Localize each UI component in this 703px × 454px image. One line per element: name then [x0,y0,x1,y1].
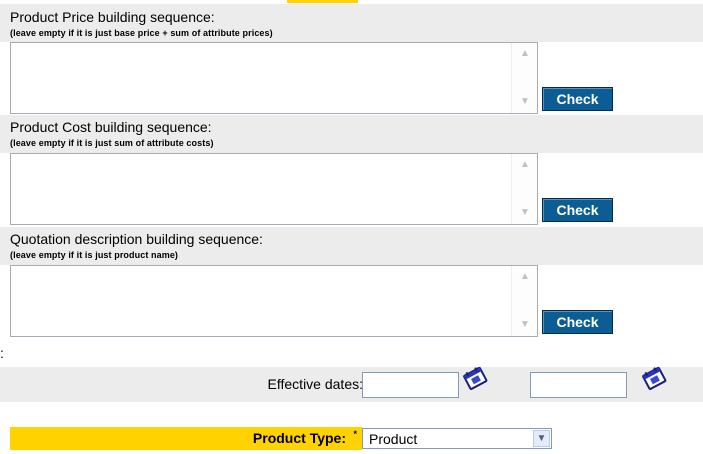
section-hint: (leave empty if it is just product name) [10,250,179,260]
scroll-down-icon[interactable]: ▼ [516,93,534,111]
scroll-down-icon[interactable]: ▼ [516,316,534,334]
product-type-label: Product Type: [252,430,346,446]
check-cost-button[interactable]: Check [542,198,613,222]
header-accent-bar [287,0,358,3]
cost-sequence-section: Product Cost building sequence: (leave e… [0,115,703,153]
scroll-up-icon[interactable]: ▲ [516,45,534,63]
quotation-sequence-textarea[interactable] [10,265,538,337]
section-hint: (leave empty if it is just base price + … [10,28,273,38]
product-type-row: Product Type: * [10,427,362,450]
calendar-icon[interactable] [462,366,488,390]
textarea-scrollbar[interactable]: ▲ ▼ [511,154,537,224]
check-quotation-button[interactable]: Check [542,310,613,334]
price-sequence-section: Product Price building sequence: (leave … [0,4,703,42]
check-price-button[interactable]: Check [542,87,613,111]
section-title: Product Cost building sequence: [10,119,212,135]
scroll-up-icon[interactable]: ▲ [516,156,534,174]
effective-dates-label: Effective dates: [267,376,363,392]
effective-end-date-input[interactable] [530,372,627,398]
scroll-down-icon[interactable]: ▼ [516,204,534,222]
quotation-sequence-section: Quotation description building sequence:… [0,227,703,265]
cropped-text-fragment: : [0,345,4,361]
calendar-icon[interactable] [641,366,667,390]
required-marker: * [353,429,357,439]
cost-sequence-textarea[interactable] [10,153,538,225]
effective-start-date-input[interactable] [362,372,459,398]
price-sequence-textarea[interactable] [10,42,538,114]
textarea-scrollbar[interactable]: ▲ ▼ [511,266,537,336]
textarea-scrollbar[interactable]: ▲ ▼ [511,43,537,113]
section-title: Quotation description building sequence: [10,231,263,247]
product-type-select[interactable]: Product ▼ [362,428,552,449]
section-title: Product Price building sequence: [10,9,215,25]
product-type-selected-value: Product [369,431,418,447]
scroll-up-icon[interactable]: ▲ [516,268,534,286]
section-hint: (leave empty if it is just sum of attrib… [10,138,214,148]
chevron-down-icon[interactable]: ▼ [533,430,550,447]
